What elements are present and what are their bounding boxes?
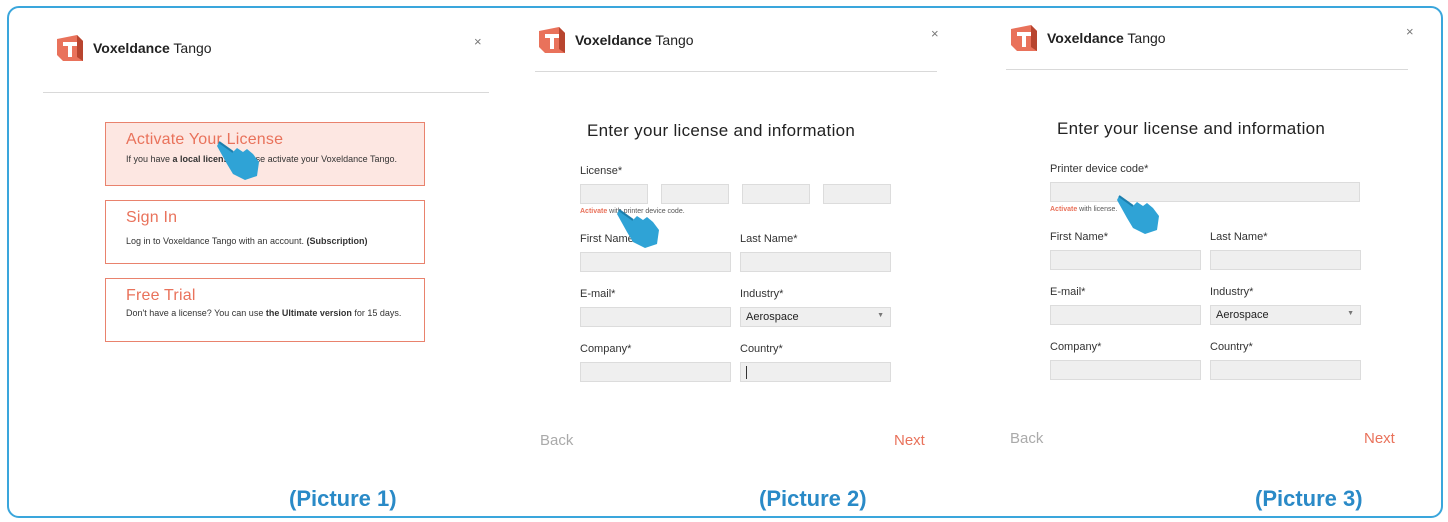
license-key-field-2[interactable] xyxy=(661,184,729,204)
first-name-label: First Name* xyxy=(1050,231,1109,243)
app-name: Voxeldance Tango xyxy=(93,40,212,56)
last-name-field[interactable] xyxy=(740,252,891,272)
option-description: Log in to Voxeldance Tango with an accou… xyxy=(126,236,368,246)
picture-caption: (Picture 2) xyxy=(759,486,867,511)
country-label: Country* xyxy=(1210,341,1253,353)
last-name-label: Last Name* xyxy=(740,233,798,245)
industry-label: Industry* xyxy=(740,288,784,300)
header-divider xyxy=(43,92,489,93)
picture-caption: (Picture 1) xyxy=(289,486,397,511)
brand: Voxeldance Tango xyxy=(1009,23,1166,53)
country-label: Country* xyxy=(740,343,783,355)
country-field[interactable] xyxy=(740,362,891,382)
voxeldance-logo-icon xyxy=(1011,25,1037,51)
option-title: Free Trial xyxy=(126,287,196,304)
form-heading: Enter your license and information xyxy=(1057,119,1326,138)
company-label: Company* xyxy=(580,343,632,355)
industry-selected-value: Aerospace xyxy=(746,311,799,323)
license-label: License* xyxy=(580,165,623,177)
form-heading: Enter your license and information xyxy=(587,121,856,140)
pointing-hand-icon xyxy=(217,141,259,180)
email-label: E-mail* xyxy=(580,288,616,300)
device-code-label: Printer device code* xyxy=(1050,163,1149,175)
chevron-down-icon: ▼ xyxy=(1347,310,1354,317)
app-name: Voxeldance Tango xyxy=(1047,30,1166,46)
app-name: Voxeldance Tango xyxy=(575,32,694,48)
email-field[interactable] xyxy=(580,307,731,327)
header-divider xyxy=(1006,69,1408,70)
pointing-hand-icon xyxy=(1117,195,1159,234)
industry-selected-value: Aerospace xyxy=(1216,309,1269,321)
header-divider xyxy=(535,71,937,72)
industry-select[interactable]: Aerospace ▼ xyxy=(740,307,891,327)
brand: Voxeldance Tango xyxy=(55,33,212,63)
option-title: Activate Your License xyxy=(126,131,284,148)
device-code-field[interactable] xyxy=(1050,182,1360,202)
country-field[interactable] xyxy=(1210,360,1361,380)
voxeldance-logo-icon xyxy=(57,35,83,61)
option-description: Don't have a license? You can use the Ul… xyxy=(126,308,402,318)
close-icon[interactable]: × xyxy=(1406,24,1414,39)
license-dialog-options: Voxeldance Tango × Activate Your License… xyxy=(9,8,499,516)
pointing-hand-icon xyxy=(617,209,659,248)
first-name-field[interactable] xyxy=(1050,250,1201,270)
close-icon[interactable]: × xyxy=(474,34,482,49)
last-name-label: Last Name* xyxy=(1210,231,1268,243)
brand: Voxeldance Tango xyxy=(537,25,694,55)
activate-link[interactable]: Activate xyxy=(580,208,607,215)
close-icon[interactable]: × xyxy=(931,26,939,41)
first-name-field[interactable] xyxy=(580,252,731,272)
text-cursor xyxy=(746,366,747,379)
activate-license-option[interactable]: Activate Your License If you have a loca… xyxy=(105,122,425,186)
license-form-license-key: Voxeldance Tango × Enter your license an… xyxy=(499,8,969,516)
sign-in-option[interactable]: Sign In Log in to Voxeldance Tango with … xyxy=(105,200,425,264)
license-key-field-3[interactable] xyxy=(742,184,810,204)
chevron-down-icon: ▼ xyxy=(877,312,884,319)
activate-link[interactable]: Activate xyxy=(1050,206,1077,213)
license-key-field-4[interactable] xyxy=(823,184,891,204)
industry-select[interactable]: Aerospace ▼ xyxy=(1210,305,1361,325)
license-form-device-code: Voxeldance Tango × Enter your license an… xyxy=(969,8,1441,516)
next-button[interactable]: Next xyxy=(894,432,925,449)
license-key-field-1[interactable] xyxy=(580,184,648,204)
option-description: If you have a local license, please acti… xyxy=(126,154,398,164)
company-field[interactable] xyxy=(1050,360,1201,380)
next-button[interactable]: Next xyxy=(1364,430,1395,447)
activate-hint: Activate with license. xyxy=(1050,206,1118,213)
company-label: Company* xyxy=(1050,341,1102,353)
voxeldance-logo-icon xyxy=(539,27,565,53)
company-field[interactable] xyxy=(580,362,731,382)
back-button[interactable]: Back xyxy=(1010,430,1043,447)
email-label: E-mail* xyxy=(1050,286,1086,298)
screenshot-frame: Voxeldance Tango × Activate Your License… xyxy=(7,6,1443,518)
option-title: Sign In xyxy=(126,209,178,226)
back-button[interactable]: Back xyxy=(540,432,573,449)
free-trial-option[interactable]: Free Trial Don't have a license? You can… xyxy=(105,278,425,342)
industry-label: Industry* xyxy=(1210,286,1254,298)
last-name-field[interactable] xyxy=(1210,250,1361,270)
picture-caption: (Picture 3) xyxy=(1255,486,1363,511)
email-field[interactable] xyxy=(1050,305,1201,325)
